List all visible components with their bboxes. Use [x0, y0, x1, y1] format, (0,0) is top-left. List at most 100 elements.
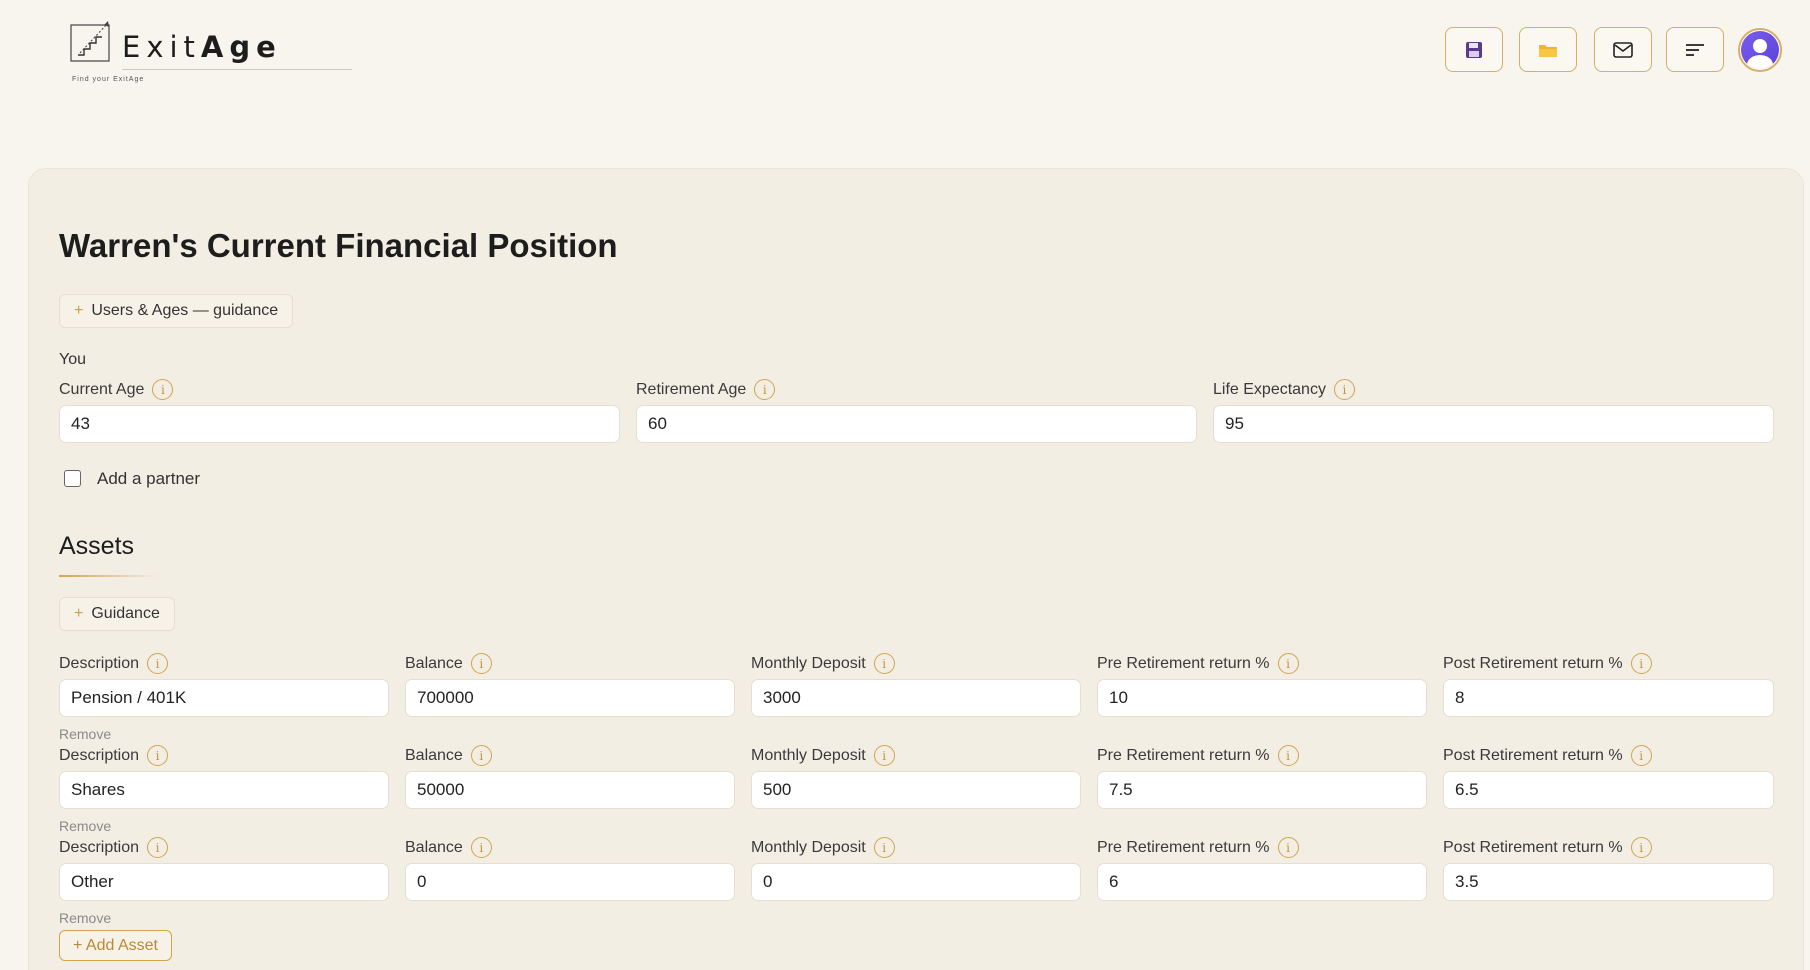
- assets-guidance-toggle[interactable]: + Guidance: [59, 597, 175, 631]
- pre-retirement-return-label-text: Pre Retirement return %: [1097, 654, 1270, 672]
- monthly-deposit-label-text: Monthly Deposit: [751, 746, 866, 764]
- asset-pre-return-input[interactable]: [1097, 863, 1427, 901]
- add-partner-label[interactable]: Add a partner: [97, 469, 200, 489]
- open-folder-button[interactable]: [1519, 27, 1577, 72]
- info-icon[interactable]: i: [147, 745, 169, 766]
- asset-post-return-input[interactable]: [1443, 679, 1774, 717]
- logo-wordmark: ExitAge: [122, 30, 282, 64]
- info-icon[interactable]: i: [1333, 379, 1355, 400]
- assets-guidance-label: Guidance: [91, 605, 160, 622]
- post-retirement-return-label: Post Retirement return % i: [1443, 837, 1652, 858]
- remove-asset-link[interactable]: Remove: [59, 726, 111, 742]
- plus-icon: +: [74, 605, 84, 622]
- description-label-text: Description: [59, 838, 140, 856]
- asset-balance-input[interactable]: [405, 863, 735, 901]
- add-partner-checkbox[interactable]: [64, 470, 81, 487]
- asset-monthly-deposit-input[interactable]: [751, 771, 1081, 809]
- balance-label: Balance i: [405, 837, 492, 858]
- balance-label-text: Balance: [405, 838, 463, 856]
- logo-tagline: Find your ExitAge: [72, 76, 145, 83]
- post-retirement-return-label: Post Retirement return % i: [1443, 745, 1652, 766]
- balance-label-text: Balance: [405, 746, 463, 764]
- menu-button[interactable]: [1666, 27, 1724, 72]
- asset-description-input[interactable]: [59, 679, 389, 717]
- post-retirement-return-label: Post Retirement return % i: [1443, 653, 1652, 674]
- info-icon[interactable]: i: [470, 837, 492, 858]
- monthly-deposit-label-text: Monthly Deposit: [751, 838, 866, 856]
- email-button[interactable]: [1594, 27, 1652, 72]
- app-root: ExitAge Find your ExitAge Warren's Curre…: [0, 0, 1810, 970]
- info-icon[interactable]: i: [754, 379, 776, 400]
- asset-post-return-input[interactable]: [1443, 863, 1774, 901]
- balance-label: Balance i: [405, 745, 492, 766]
- info-icon[interactable]: i: [152, 379, 174, 400]
- asset-description-input[interactable]: [59, 771, 389, 809]
- description-label-text: Description: [59, 746, 140, 764]
- info-icon[interactable]: i: [873, 653, 895, 674]
- stairs-chart-icon: [70, 21, 110, 62]
- add-asset-button[interactable]: + Add Asset: [59, 930, 172, 961]
- you-section-label: You: [59, 351, 86, 368]
- asset-pre-return-input[interactable]: [1097, 771, 1427, 809]
- balance-label-text: Balance: [405, 654, 463, 672]
- plus-icon: +: [74, 302, 84, 319]
- user-avatar-icon: [1741, 31, 1779, 69]
- info-icon[interactable]: i: [470, 653, 492, 674]
- asset-monthly-deposit-input[interactable]: [751, 679, 1081, 717]
- info-icon[interactable]: i: [470, 745, 492, 766]
- user-avatar-button[interactable]: [1738, 28, 1782, 72]
- description-label: Description i: [59, 837, 169, 858]
- retirement-age-label: Retirement Age i: [636, 379, 776, 400]
- info-icon[interactable]: i: [1277, 653, 1299, 674]
- info-icon[interactable]: i: [1630, 837, 1652, 858]
- asset-post-return-input[interactable]: [1443, 771, 1774, 809]
- mail-icon: [1613, 41, 1633, 58]
- info-icon[interactable]: i: [147, 837, 169, 858]
- pre-retirement-return-label-text: Pre Retirement return %: [1097, 746, 1270, 764]
- retirement-age-label-text: Retirement Age: [636, 380, 747, 398]
- asset-balance-input[interactable]: [405, 679, 735, 717]
- logo[interactable]: ExitAge Find your ExitAge: [70, 18, 352, 84]
- info-icon[interactable]: i: [147, 653, 169, 674]
- post-retirement-return-label-text: Post Retirement return %: [1443, 746, 1623, 764]
- monthly-deposit-label: Monthly Deposit i: [751, 653, 895, 674]
- description-label: Description i: [59, 745, 169, 766]
- logo-text-exit: Exit: [122, 30, 201, 64]
- logo-divider: [122, 69, 352, 70]
- assets-heading-underline: [59, 575, 159, 577]
- asset-monthly-deposit-input[interactable]: [751, 863, 1081, 901]
- page-title: Warren's Current Financial Position: [59, 227, 618, 264]
- users-ages-guidance-label: Users & Ages — guidance: [91, 302, 279, 319]
- life-expectancy-label: Life Expectancy i: [1213, 379, 1355, 400]
- menu-icon: [1686, 43, 1704, 56]
- remove-asset-link[interactable]: Remove: [59, 818, 111, 834]
- assets-heading: Assets: [59, 532, 135, 560]
- asset-pre-return-input[interactable]: [1097, 679, 1427, 717]
- current-age-label-text: Current Age: [59, 380, 145, 398]
- folder-icon: [1539, 44, 1557, 57]
- asset-balance-input[interactable]: [405, 771, 735, 809]
- info-icon[interactable]: i: [1277, 837, 1299, 858]
- description-label-text: Description: [59, 654, 140, 672]
- retirement-age-input[interactable]: [636, 405, 1197, 443]
- current-age-label: Current Age i: [59, 379, 174, 400]
- balance-label: Balance i: [405, 653, 492, 674]
- life-expectancy-input[interactable]: [1213, 405, 1774, 443]
- pre-retirement-return-label: Pre Retirement return % i: [1097, 837, 1299, 858]
- info-icon[interactable]: i: [1630, 745, 1652, 766]
- info-icon[interactable]: i: [1630, 653, 1652, 674]
- save-button[interactable]: [1445, 27, 1503, 72]
- remove-asset-link[interactable]: Remove: [59, 910, 111, 926]
- post-retirement-return-label-text: Post Retirement return %: [1443, 838, 1623, 856]
- info-icon[interactable]: i: [1277, 745, 1299, 766]
- users-ages-guidance-toggle[interactable]: + Users & Ages — guidance: [59, 294, 294, 328]
- asset-description-input[interactable]: [59, 863, 389, 901]
- description-label: Description i: [59, 653, 169, 674]
- post-retirement-return-label-text: Post Retirement return %: [1443, 654, 1623, 672]
- info-icon[interactable]: i: [873, 837, 895, 858]
- monthly-deposit-label: Monthly Deposit i: [751, 837, 895, 858]
- header: ExitAge Find your ExitAge: [0, 0, 1810, 110]
- info-icon[interactable]: i: [873, 745, 895, 766]
- save-icon: [1466, 41, 1482, 58]
- current-age-input[interactable]: [59, 405, 620, 443]
